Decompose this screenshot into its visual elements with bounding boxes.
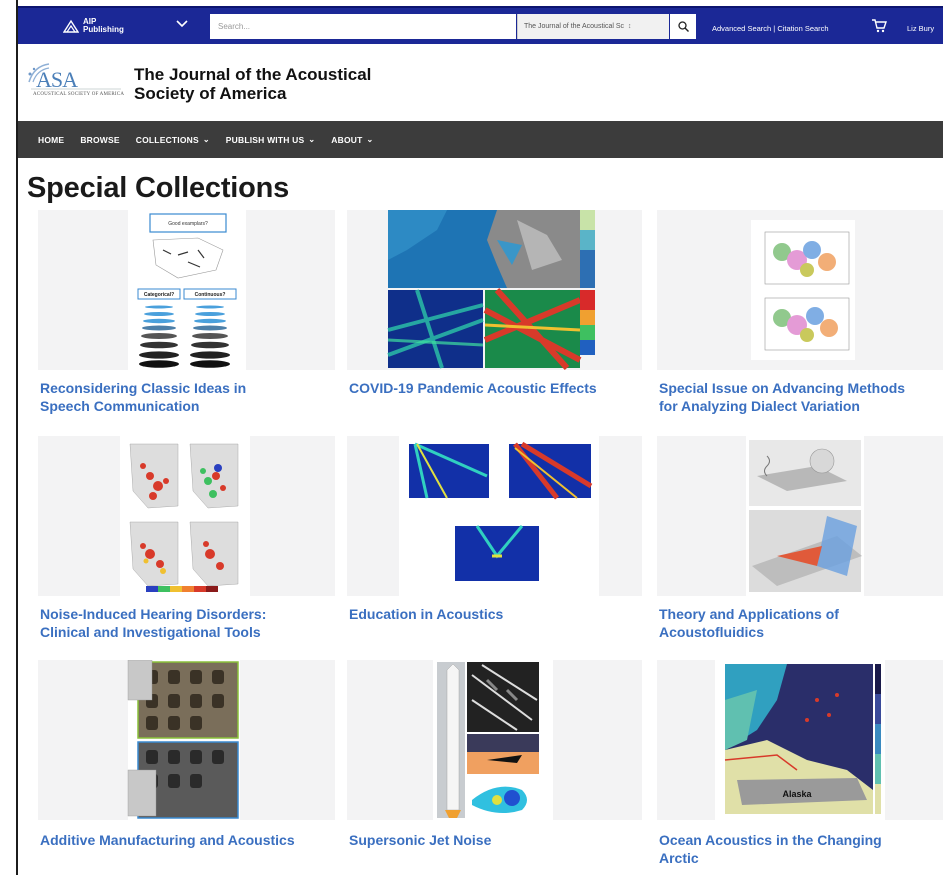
collection-image-additive[interactable] [38,660,335,820]
aip-publishing-logo[interactable]: AIP Publishing [63,18,124,34]
collection-title-line: Reconsidering Classic Ideas in [40,380,247,396]
chevron-down-icon: ⌄ [202,135,210,144]
collection-image-speech[interactable]: Good examplars? Categorical? Continuous? [38,210,335,370]
collection-title-speech[interactable]: Reconsidering Classic Ideas in Speech Co… [40,379,335,415]
search-scope-select[interactable]: The Journal of the Acoustical Sc ↕ [517,14,669,39]
nav-about[interactable]: ABOUT ⌄ [331,135,373,145]
nav-publish[interactable]: PUBLISH WITH US ⌄ [226,135,315,145]
collection-image-arctic[interactable]: Alaska [657,660,943,820]
search-scope-value: The Journal of the Acoustical Sc [524,23,624,30]
journal-title[interactable]: The Journal of the Acoustical Society of… [134,65,454,103]
collection-image-dialect[interactable] [657,210,943,370]
speech-box-continuous: Continuous? [195,292,226,298]
collection-title-line: Clinical and Investigational Tools [40,624,261,640]
aip-logo-icon [63,19,79,33]
collection-title-line: Ocean Acoustics in the Changing [659,832,882,848]
journal-title-line2: Society of America [134,84,287,103]
user-menu[interactable]: Liz Bury [907,24,934,33]
advanced-search-link[interactable]: Advanced Search | Citation Search [712,24,829,33]
collection-title-line: Additive Manufacturing and Acoustics [40,832,295,848]
chevron-down-icon[interactable] [176,20,188,28]
collection-image-hearing[interactable] [38,436,335,596]
search-icon [677,21,689,32]
nav-browse-label: BROWSE [80,134,120,145]
asa-logo-subtext: ACOUSTICAL SOCIETY OF AMERICA [33,92,125,97]
collection-image-jet[interactable] [347,660,642,820]
arctic-label: Alaska [782,789,812,799]
collection-title-line: Arctic [659,850,699,866]
search-button[interactable] [670,14,696,39]
collection-title-line: COVID-19 Pandemic Acoustic Effects [349,380,597,396]
asa-logo[interactable]: ASA ACOUSTICAL SOCIETY OF AMERICA [25,60,125,104]
collection-title-additive[interactable]: Additive Manufacturing and Acoustics [40,831,335,849]
nav-home-label: HOME [38,134,65,145]
nav-collections-label: COLLECTIONS [135,134,199,145]
journal-title-line1: The Journal of the Acoustical [134,65,372,84]
collection-title-line: Speech Communication [40,398,200,414]
collection-title-line: Theory and Applications of [659,606,839,622]
collection-image-covid[interactable] [347,210,642,370]
collection-image-education[interactable] [347,436,642,596]
search-input[interactable] [210,14,516,39]
collection-title-education[interactable]: Education in Acoustics [349,605,644,623]
collection-title-dialect[interactable]: Special Issue on Advancing Methods for A… [659,379,943,415]
page-title: Special Collections [27,172,290,204]
top-bar: AIP Publishing The Journal of the Acoust… [18,6,943,44]
speech-box-good: Good examplars? [168,221,208,227]
asa-logo-text: ASA [36,67,78,92]
cart-icon[interactable] [871,19,887,33]
collection-title-line: Acoustofluidics [659,624,765,640]
chevron-down-icon: ⌄ [308,135,316,144]
collection-title-line: Noise-Induced Hearing Disorders: [40,606,267,622]
aip-logo-text: AIP Publishing [83,18,124,34]
collection-title-line: for Analyzing Dialect Variation [659,398,860,414]
collection-image-acoustofluidics[interactable] [657,436,943,596]
nav-about-label: ABOUT [331,134,363,145]
collection-title-jet[interactable]: Supersonic Jet Noise [349,831,644,849]
nav-browse[interactable]: BROWSE [80,135,119,145]
collection-title-hearing[interactable]: Noise-Induced Hearing Disorders: Clinica… [40,605,335,641]
chevron-down-icon: ⌄ [366,135,374,144]
aip-logo-line2: Publishing [83,25,124,34]
main-nav: HOME BROWSE COLLECTIONS ⌄ PUBLISH WITH US… [18,121,943,158]
collection-title-line: Education in Acoustics [349,606,504,622]
collection-title-arctic[interactable]: Ocean Acoustics in the Changing Arctic [659,831,943,867]
nav-publish-label: PUBLISH WITH US [225,134,305,145]
nav-home[interactable]: HOME [38,135,64,145]
collection-title-line: Supersonic Jet Noise [349,832,492,848]
collection-title-acoustofluidics[interactable]: Theory and Applications of Acoustofluidi… [659,605,943,641]
collection-title-covid[interactable]: COVID-19 Pandemic Acoustic Effects [349,379,644,397]
collection-title-line: Special Issue on Advancing Methods [659,380,906,396]
speech-box-categorical: Categorical? [144,292,174,298]
nav-collections[interactable]: COLLECTIONS ⌄ [136,135,210,145]
